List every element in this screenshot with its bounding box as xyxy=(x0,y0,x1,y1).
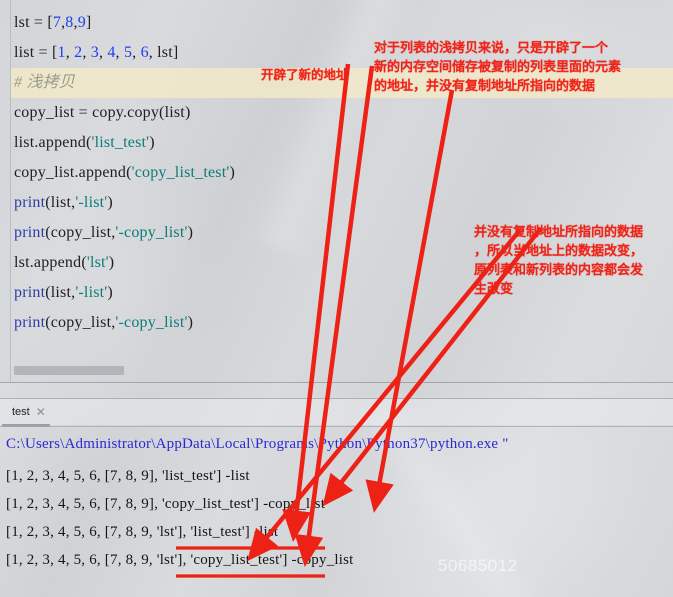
code-token: 1 xyxy=(57,44,66,61)
editor-horizontal-scrollbar[interactable] xyxy=(14,366,124,375)
code-token: print xyxy=(14,224,46,241)
code-token: 9 xyxy=(77,14,86,31)
code-token: , xyxy=(132,44,141,61)
close-icon[interactable]: ✕ xyxy=(36,406,46,418)
code-line[interactable]: list = [1, 2, 3, 4, 5, 6, lst] xyxy=(14,38,178,68)
code-token: ) xyxy=(187,224,194,241)
code-token: 'lst' xyxy=(86,254,109,271)
code-token: ) xyxy=(149,134,155,151)
code-token: ) xyxy=(107,194,113,211)
code-token: (list, xyxy=(45,284,76,301)
annotation-new-address: 开辟了新的地址 xyxy=(261,68,349,82)
console-tab-label: test xyxy=(12,406,30,418)
watermark: 50685012 xyxy=(438,556,518,575)
code-token: lst = [ xyxy=(14,14,53,31)
code-token: 7 xyxy=(52,14,62,31)
code-line[interactable]: print(copy_list,'-copy_list') xyxy=(14,308,193,338)
code-line[interactable]: list.append('list_test') xyxy=(14,128,155,158)
console-tab-test[interactable]: test ✕ xyxy=(6,400,52,424)
code-token: print xyxy=(14,284,46,301)
code-line[interactable]: copy_list = copy.copy(list) xyxy=(14,98,190,128)
console-output-line: [1, 2, 3, 4, 5, 6, [7, 8, 9], 'list_test… xyxy=(6,468,250,484)
code-token: (copy_list, xyxy=(45,224,116,241)
code-line[interactable]: lst = [7,8,9] xyxy=(14,8,91,38)
console-output-line: [1, 2, 3, 4, 5, 6, [7, 8, 9, 'lst'], 'co… xyxy=(6,552,354,568)
code-token: # 浅拷贝 xyxy=(14,74,76,91)
code-token: 3 xyxy=(90,44,99,61)
code-token: copy_list = copy.copy(list) xyxy=(14,104,191,121)
console-output-line: [1, 2, 3, 4, 5, 6, [7, 8, 9, 'lst'], 'li… xyxy=(6,524,279,540)
code-token: 5 xyxy=(123,44,133,61)
code-token: '-list' xyxy=(75,284,108,301)
annotation-shared-data-note: 并没有复制地址所指向的数据 ，所以当地址上的数据改变， 原列表和新列表的内容都会… xyxy=(474,224,644,296)
code-token: (copy_list, xyxy=(45,314,116,331)
code-token: ) xyxy=(108,254,115,271)
code-token: ) xyxy=(187,314,194,331)
code-token: ) xyxy=(229,164,235,181)
console-output-line: [1, 2, 3, 4, 5, 6, [7, 8, 9], 'copy_list… xyxy=(6,496,326,512)
code-line[interactable]: print(list,'-list') xyxy=(14,278,113,308)
code-token: 'copy_list_test' xyxy=(131,164,230,181)
code-token: print xyxy=(14,194,46,211)
code-token: ] xyxy=(85,14,92,31)
annotation-shallow-copy-note: 对于列表的浅拷贝来说，只是开辟了一个 新的内存空间储存被复制的列表里面的元素 的… xyxy=(374,40,622,93)
code-token: , lst] xyxy=(148,44,179,61)
code-token: '-list' xyxy=(75,194,108,211)
code-token: list.append( xyxy=(14,134,92,151)
console-tab-divider xyxy=(0,426,673,427)
code-token: '-copy_list' xyxy=(115,314,188,331)
code-token: print xyxy=(14,314,46,331)
code-token: 6 xyxy=(140,44,149,61)
code-token: ) xyxy=(107,284,113,301)
code-line[interactable]: copy_list.append('copy_list_test') xyxy=(14,158,235,188)
code-line[interactable]: print(copy_list,'-copy_list') xyxy=(14,218,193,248)
code-token: '-copy_list' xyxy=(115,224,188,241)
code-line[interactable]: # 浅拷贝 xyxy=(14,68,75,98)
code-line[interactable]: print(list,'-list') xyxy=(14,188,113,218)
editor-gutter xyxy=(0,0,11,383)
code-token: 4 xyxy=(107,44,116,61)
code-token: list = [ xyxy=(14,44,58,61)
console-tab-bar xyxy=(0,399,673,425)
code-token: (list, xyxy=(45,194,76,211)
run-console-pane[interactable]: test ✕ C:\Users\Administrator\AppData\Lo… xyxy=(0,383,673,597)
code-line[interactable]: lst.append('lst') xyxy=(14,248,114,278)
code-token: copy_list.append( xyxy=(14,164,132,181)
console-command-line: C:\Users\Administrator\AppData\Local\Pro… xyxy=(6,436,509,452)
code-token: 'list_test' xyxy=(91,134,150,151)
code-token: , xyxy=(65,44,75,61)
code-token: , xyxy=(115,44,124,61)
screenshot-root: lst = [7,8,9] list = [1, 2, 3, 4, 5, 6, l… xyxy=(0,0,673,597)
code-token: lst.append( xyxy=(14,254,87,271)
code-token: , xyxy=(82,44,91,61)
